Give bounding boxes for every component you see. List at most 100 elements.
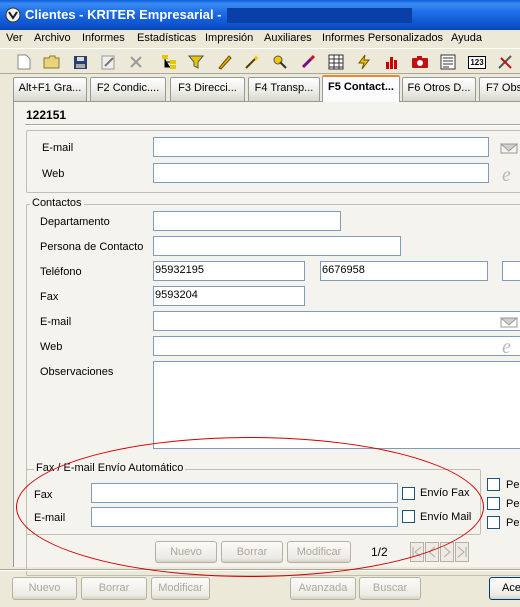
avanzada-button[interactable]: Avanzada — [290, 577, 356, 600]
contactos-title: Contactos — [30, 197, 84, 209]
title-bar: Clientes - KRITER Empresarial - — [0, 0, 520, 30]
wand-icon[interactable] — [242, 52, 262, 72]
menu-auxiliares[interactable]: Auxiliares — [264, 32, 312, 44]
nuevo-button[interactable]: Nuevo — [12, 577, 77, 600]
envio-fax-checkbox[interactable] — [402, 487, 415, 500]
open-icon[interactable] — [42, 52, 62, 72]
camera-icon[interactable] — [410, 52, 430, 72]
edit-icon[interactable] — [98, 52, 118, 72]
last-record-button[interactable] — [455, 542, 469, 562]
fax-field[interactable]: 9593204 — [153, 286, 305, 306]
tab-strip: Alt+F1 Gra... F2 Condic.... F3 Direcci..… — [0, 75, 520, 102]
observaciones-field[interactable] — [153, 361, 520, 449]
fax-label: Fax — [40, 291, 59, 303]
side-checkbox-2-label: Pe — [506, 498, 520, 510]
email-label: E-mail — [42, 142, 74, 154]
window-title: Clientes - KRITER Empresarial - — [25, 7, 222, 22]
observaciones-label: Observaciones — [40, 366, 114, 378]
envio-mail-checkbox[interactable] — [402, 510, 415, 523]
side-checkbox-3-label: Pe — [506, 517, 520, 529]
menu-ayuda[interactable]: Ayuda — [451, 32, 482, 44]
table-icon[interactable] — [326, 52, 346, 72]
numbers-icon-label: 123 — [468, 55, 486, 69]
pencil-icon[interactable] — [214, 52, 234, 72]
menu-informes-personalizados[interactable]: Informes Personalizados — [322, 32, 443, 44]
filter-icon[interactable] — [186, 52, 206, 72]
web-field[interactable] — [153, 163, 489, 183]
contact-email-label: E-mail — [40, 316, 72, 328]
envio-fax-label: Envío Fax — [420, 487, 470, 499]
prev-record-button[interactable] — [425, 542, 439, 562]
bar-chart-icon[interactable] — [382, 52, 402, 72]
telefono-3-field[interactable] — [502, 261, 520, 281]
menu-estadisticas[interactable]: Estadísticas — [137, 32, 196, 44]
side-checkbox-2[interactable] — [487, 497, 500, 510]
persona-contacto-label: Persona de Contacto — [40, 241, 144, 253]
bottom-separator — [0, 569, 520, 571]
contact-modificar-button[interactable]: Modificar — [287, 541, 351, 563]
departamento-field[interactable] — [153, 211, 341, 231]
buscar-button[interactable]: Buscar — [359, 577, 421, 600]
toolbar: 123 — [0, 48, 520, 74]
email-field[interactable] — [153, 137, 489, 157]
next-record-button[interactable] — [440, 542, 454, 562]
web-label: Web — [42, 168, 65, 180]
numbers-icon[interactable]: 123 — [466, 52, 488, 72]
save-icon[interactable] — [70, 52, 90, 72]
new-icon[interactable] — [14, 52, 34, 72]
lightning-icon[interactable] — [354, 52, 374, 72]
auto-email-field[interactable] — [91, 507, 398, 527]
envio-mail-label: Envío Mail — [420, 511, 472, 523]
delete-icon[interactable] — [126, 52, 146, 72]
contact-web-field[interactable] — [153, 336, 520, 356]
menu-bar: Ver Archivo Informes Estadísticas Impres… — [0, 30, 520, 48]
tab-transporte[interactable]: F4 Transp... — [248, 77, 320, 101]
side-checkbox-3[interactable] — [487, 516, 500, 529]
departamento-label: Departamento — [40, 216, 110, 228]
persona-contacto-field[interactable] — [153, 236, 401, 256]
contact-internet-explorer-icon[interactable]: e — [500, 336, 520, 356]
menu-informes[interactable]: Informes — [82, 32, 125, 44]
contact-nuevo-button[interactable]: Nuevo — [155, 541, 217, 563]
form-icon[interactable] — [438, 52, 458, 72]
tab-observaciones[interactable]: F7 Obs — [479, 77, 520, 101]
telefono-2-field[interactable]: 6676958 — [320, 261, 488, 281]
first-record-button[interactable] — [410, 542, 424, 562]
code-separator — [25, 124, 520, 126]
telefono-1-field[interactable]: 95932195 — [153, 261, 305, 281]
tab-condiciones[interactable]: F2 Condic.... — [90, 77, 166, 101]
contact-email-field[interactable] — [153, 311, 520, 331]
modificar-button[interactable]: Modificar — [151, 577, 210, 600]
tree-icon[interactable] — [159, 52, 179, 72]
title-redacted — [227, 8, 412, 23]
tools-icon[interactable] — [496, 52, 516, 72]
menu-archivo[interactable]: Archivo — [34, 32, 71, 44]
telefono-label: Teléfono — [40, 266, 82, 278]
send-mail-icon[interactable] — [500, 142, 518, 154]
contact-send-mail-icon[interactable] — [500, 316, 518, 328]
app-icon — [5, 7, 21, 23]
borrar-button[interactable]: Borrar — [81, 577, 147, 600]
menu-ver[interactable]: Ver — [6, 32, 23, 44]
svg-text:e: e — [502, 336, 511, 356]
pin-icon[interactable] — [270, 52, 290, 72]
svg-text:e: e — [502, 164, 511, 184]
auto-email-label: E-mail — [34, 512, 66, 524]
auto-fax-label: Fax — [34, 489, 53, 501]
record-code: 122151 — [26, 108, 67, 122]
brush-icon[interactable] — [298, 52, 318, 72]
side-checkbox-1-label: Pe — [506, 479, 520, 491]
contact-borrar-button[interactable]: Borrar — [221, 541, 283, 563]
contact-web-label: Web — [40, 341, 63, 353]
aceptar-button[interactable]: Ace — [489, 577, 520, 600]
contact-page-indicator: 1/2 — [371, 545, 388, 559]
auto-fax-field[interactable] — [91, 483, 398, 503]
tab-direcciones[interactable]: F3 Direcci... — [170, 77, 245, 101]
menu-impresion[interactable]: Impresión — [205, 32, 253, 44]
tab-contactos[interactable]: F5 Contact... — [322, 75, 400, 102]
side-checkbox-1[interactable] — [487, 478, 500, 491]
internet-explorer-icon[interactable]: e — [500, 164, 520, 184]
tab-otros-datos[interactable]: F6 Otros D... — [402, 77, 476, 101]
auto-send-title: Fax / E-mail Envío Automático — [34, 462, 186, 474]
tab-generales[interactable]: Alt+F1 Gra... — [13, 77, 87, 101]
